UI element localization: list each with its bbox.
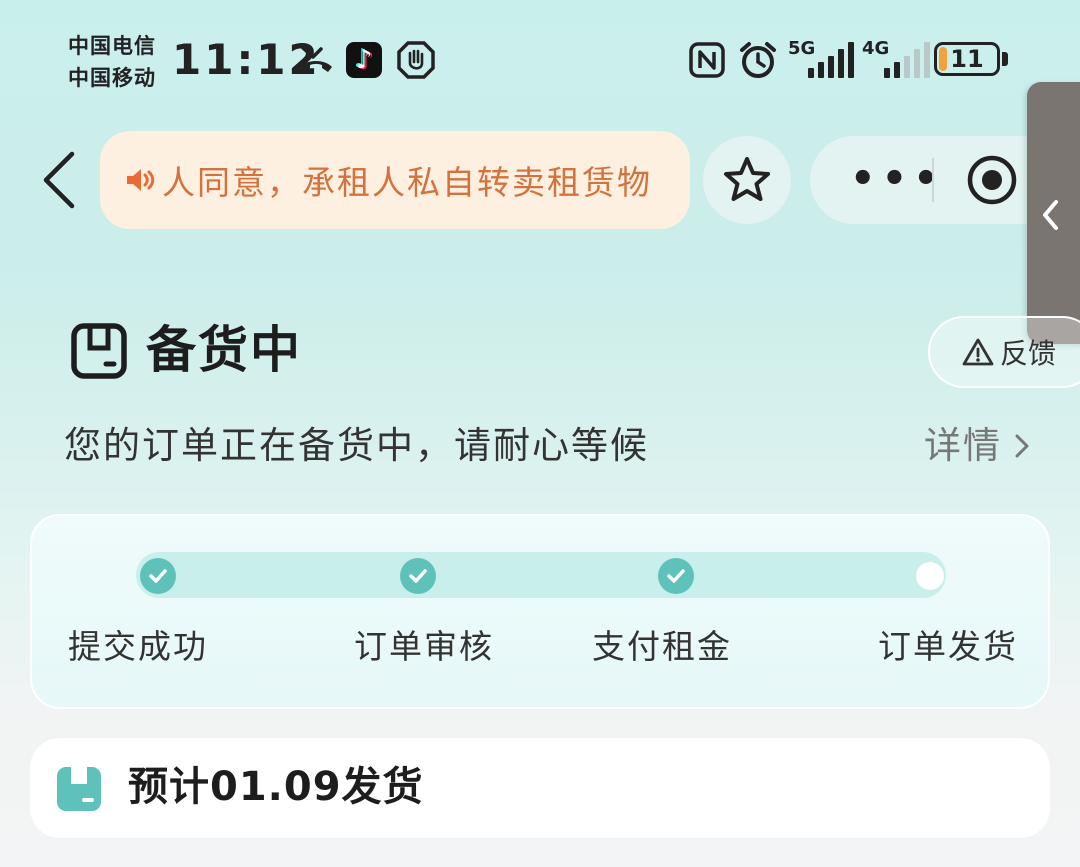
back-button[interactable]: [36, 148, 86, 212]
status-bar: 中国电信 中国移动 11:12 ♪ 5G 4G 11: [0, 0, 1080, 110]
chevron-left-icon: [43, 151, 75, 209]
package-icon: [57, 767, 101, 811]
step-3-check-icon: [658, 558, 694, 594]
detail-link[interactable]: 详情: [924, 420, 1034, 472]
step-2-check-icon: [400, 558, 436, 594]
notice-banner[interactable]: 人同意，承租人私自转卖租赁物: [100, 131, 690, 229]
signal-bars-1-icon: [808, 40, 854, 78]
chevron-right-icon: [1015, 434, 1029, 458]
carrier-2: 中国移动: [68, 66, 156, 90]
signal-bars-2-icon: [884, 40, 930, 78]
progress-track: [136, 552, 946, 598]
capsule-divider: [932, 158, 934, 202]
feedback-label: 反馈: [1000, 337, 1057, 370]
step-label: 提交成功: [68, 627, 208, 666]
step-label: 支付租金: [592, 627, 732, 666]
shipping-estimate-text: 预计01.09发货: [128, 764, 424, 810]
star-icon: [724, 157, 770, 201]
order-status-description: 您的订单正在备货中，请耐心等候: [64, 424, 649, 467]
close-miniprogram-icon[interactable]: [964, 152, 1020, 208]
battery-level: 11: [950, 45, 984, 73]
package-icon: [71, 323, 127, 379]
carrier-names: 中国电信 中国移动: [68, 30, 156, 94]
battery-icon: 11: [934, 42, 1000, 76]
alarm-icon: [738, 40, 778, 80]
detail-label: 详情: [924, 424, 1002, 467]
step-1-check-icon: [140, 558, 176, 594]
step-label: 订单审核: [354, 627, 494, 666]
step-label: 订单发货: [878, 627, 1018, 666]
shipping-estimate-card: 预计01.09发货: [30, 738, 1050, 838]
battery-cap: [1002, 52, 1008, 66]
floating-side-tab[interactable]: [1027, 82, 1080, 344]
tiktok-icon: ♪: [346, 42, 382, 78]
carrier-1: 中国电信: [68, 34, 156, 58]
warning-icon: [962, 338, 994, 366]
hand-stop-icon: [396, 40, 436, 80]
feedback-button[interactable]: 反馈: [928, 316, 1080, 388]
speaker-icon: [127, 169, 155, 191]
missed-call-icon: [296, 40, 336, 80]
nfc-icon: [688, 40, 726, 80]
order-status-title: 备货中: [146, 321, 302, 379]
notice-text: 人同意，承租人私自转卖租赁物: [162, 163, 652, 202]
step-4-pending-dot: [916, 562, 944, 590]
favorite-button[interactable]: [703, 136, 791, 224]
order-progress-card: 提交成功 订单审核 支付租金 订单发货: [30, 514, 1050, 709]
chevron-left-icon: [1043, 200, 1058, 230]
more-menu-button[interactable]: •••: [850, 159, 945, 199]
